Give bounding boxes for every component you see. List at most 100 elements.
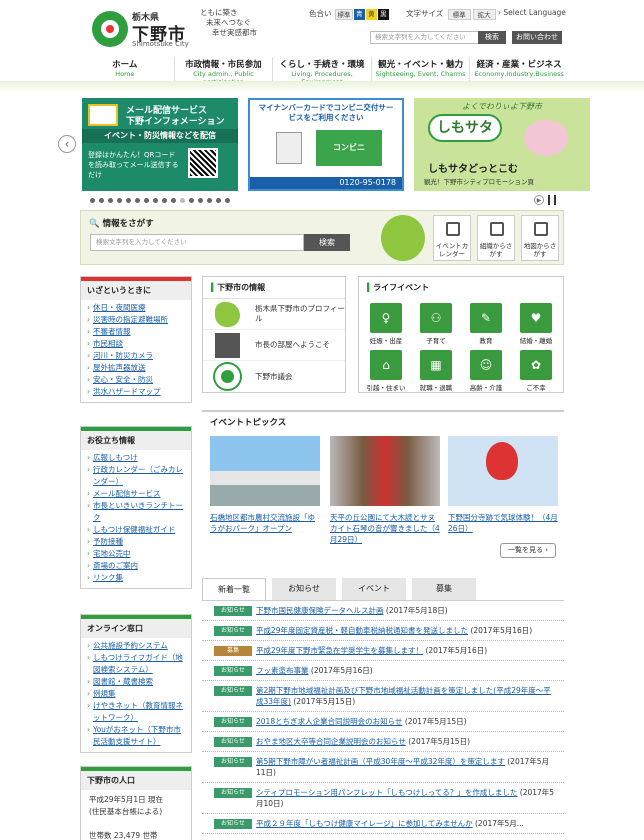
- info-search-button[interactable]: 検索: [304, 234, 350, 251]
- carousel-dot[interactable]: [144, 198, 149, 203]
- carousel-dot[interactable]: [207, 198, 212, 203]
- city-profile-link[interactable]: 栃木県下野市のプロフィール: [203, 299, 345, 330]
- carousel-dot[interactable]: [171, 198, 176, 203]
- carousel-dot[interactable]: [189, 198, 194, 203]
- event-caption[interactable]: 下野国分寺跡で気球体験！（4月26日）: [448, 512, 558, 534]
- banner-mail-service[interactable]: メール配信サービス 下野インフォメーション イベント・防災情報などを配信 登録は…: [82, 98, 238, 191]
- emergency-link[interactable]: 河川・防災カメラ: [87, 350, 185, 362]
- carousel-dot[interactable]: [162, 198, 167, 203]
- emergency-link[interactable]: 不審者情報: [87, 326, 185, 338]
- banner-title: よくでわりぃよ下野市: [462, 102, 542, 111]
- news-link[interactable]: 平成29年度下野市緊急在学奨学生を募集します！: [256, 646, 423, 655]
- header-search-button[interactable]: 検索: [478, 31, 506, 44]
- emergency-link[interactable]: 屋外拡声器放送: [87, 362, 185, 374]
- contact-button[interactable]: お問い合わせ: [512, 31, 562, 44]
- life-event-education[interactable]: ✎ 教育: [463, 303, 509, 346]
- online-service-link[interactable]: けやきネット（教育情報ネットワーク）: [87, 700, 185, 724]
- life-event-moving[interactable]: ⌂ 引越・住まい: [363, 350, 409, 393]
- online-service-link[interactable]: しもつけライフガイド（地図検索システム）: [87, 652, 185, 676]
- event-calendar-button[interactable]: イベントカレンダー: [433, 215, 471, 261]
- font-standard-button[interactable]: 標準: [447, 8, 471, 20]
- useful-info-link[interactable]: リンク集: [87, 572, 185, 584]
- event-card[interactable]: 石橋地区都市農村交流施設「ゆうがおパーク」オープン: [210, 436, 320, 534]
- news-link[interactable]: おやま地区大卒等合同企業説明会のお知らせ: [256, 737, 406, 746]
- candle-icon: ✿: [520, 350, 552, 380]
- carousel-pause-button[interactable]: [548, 195, 556, 205]
- carousel-dot[interactable]: [216, 198, 221, 203]
- color-yellow-button[interactable]: 黄: [365, 8, 377, 20]
- useful-info-link[interactable]: 行政カレンダー（ごみカレンダー）: [87, 464, 185, 488]
- event-more-button[interactable]: 一覧を見る ›: [500, 543, 556, 558]
- useful-info-link[interactable]: しもつけ保健福祉ガイド: [87, 524, 185, 536]
- nav-sightseeing[interactable]: 観光・イベント・魅力 Sightseeing, Event, Charms: [372, 57, 471, 81]
- online-service-link[interactable]: 公共施設予約システム: [87, 640, 185, 652]
- carousel-dot[interactable]: [153, 198, 158, 203]
- useful-info-link[interactable]: 広報しもつけ: [87, 452, 185, 464]
- life-event-childcare[interactable]: ⚇ 子育て: [413, 303, 459, 346]
- info-search-title-text: 情報をさがす: [102, 219, 154, 229]
- carousel-dot[interactable]: [99, 198, 104, 203]
- carousel-prev-button[interactable]: ‹: [58, 135, 76, 153]
- news-link[interactable]: 2018とちぎ求人企業合同説明会のお知らせ: [256, 717, 402, 726]
- useful-info-link[interactable]: 宅地公売中: [87, 548, 185, 560]
- news-link[interactable]: シティプロモーション用パンフレット「しもつけしってる？」を作成しました: [256, 788, 517, 797]
- emergency-link[interactable]: 市民相談: [87, 338, 185, 350]
- news-link[interactable]: フッ素塗布事業: [256, 666, 309, 675]
- life-event-bereavement[interactable]: ✿ ご不幸: [513, 350, 559, 393]
- emergency-link[interactable]: 洪水ハザードマップ: [87, 386, 185, 398]
- useful-info-link[interactable]: 予防接種: [87, 536, 185, 548]
- carousel-dot[interactable]: [90, 198, 95, 203]
- tab-events[interactable]: イベント: [342, 578, 406, 600]
- useful-info-link[interactable]: 斎場のご案内: [87, 560, 185, 572]
- event-card[interactable]: 下野国分寺跡で気球体験！（4月26日）: [448, 436, 558, 534]
- color-blue-button[interactable]: 青: [353, 8, 365, 20]
- life-event-elderly[interactable]: ☺ 高齢・介護: [463, 350, 509, 393]
- life-event-employment[interactable]: ▦ 就職・退職: [413, 350, 459, 393]
- useful-info-link[interactable]: メール配信サービス: [87, 488, 185, 500]
- news-link[interactable]: 下野市国民健康保険データヘルス計画: [256, 606, 384, 615]
- mayor-room-link[interactable]: 市長の部屋へようこそ: [203, 330, 345, 361]
- carousel-play-button[interactable]: ▶: [534, 195, 544, 205]
- emergency-link[interactable]: 休日・夜間医療: [87, 302, 185, 314]
- banner-shimosata[interactable]: よくでわりぃよ下野市 しもサタ しもサタどっとこむ 観光！下野市シティプロモーシ…: [414, 98, 590, 191]
- online-service-link[interactable]: Youがおネット（下野市市民活動支援サイト）: [87, 724, 185, 748]
- banner-mynumber[interactable]: マイナンバーカードでコンビニ交付サービスをご利用ください コンビニ 0120-9…: [248, 98, 404, 191]
- life-event-pregnancy[interactable]: ♀ 妊娠・出産: [363, 303, 409, 346]
- carousel-dot[interactable]: [225, 198, 230, 203]
- event-caption[interactable]: 天平の丘公園にて大木読とサヌカイト石琴の音が響きました（4月29日）: [330, 512, 440, 545]
- color-standard-button[interactable]: 標準: [334, 8, 353, 20]
- city-council-link[interactable]: 下野市議会: [203, 361, 345, 392]
- emergency-link[interactable]: 災害時の指定避難場所: [87, 314, 185, 326]
- carousel-dot[interactable]: [117, 198, 122, 203]
- info-search-input[interactable]: 検索文字列を入力してください: [90, 234, 304, 251]
- carousel-dot[interactable]: [126, 198, 131, 203]
- tab-recruitment[interactable]: 募集: [412, 578, 476, 600]
- nav-economy[interactable]: 経済・産業・ビジネス Economy,Industry,Business: [470, 57, 568, 81]
- nav-city-admin[interactable]: 市政情報・市民参加City admin., Public participati…: [175, 57, 274, 86]
- color-black-button[interactable]: 黒: [377, 8, 389, 20]
- carousel-pagination: [90, 198, 230, 203]
- online-service-link[interactable]: 図書館・蔵書検索: [87, 676, 185, 688]
- emergency-link[interactable]: 安心・安全・防災: [87, 374, 185, 386]
- life-event-marriage[interactable]: ♥ 結婚・離婚: [513, 303, 559, 346]
- online-service-link[interactable]: 例規集: [87, 688, 185, 700]
- carousel-dot[interactable]: [198, 198, 203, 203]
- news-link[interactable]: 第5期下野市障がい者福祉計画（平成30年度～平成32年度）を策定します: [256, 757, 505, 766]
- news-link[interactable]: 平成２９年度「しもつけ健康マイレージ」に参加してみませんか: [256, 819, 473, 828]
- map-search-button[interactable]: 地図からさがす: [521, 215, 559, 261]
- org-search-button[interactable]: 組織からさがす: [477, 215, 515, 261]
- event-caption[interactable]: 石橋地区都市農村交流施設「ゆうがおパーク」オープン: [210, 512, 320, 534]
- news-link[interactable]: 平成29年度固定資産税・軽自動車税納税通知書を発送しました: [256, 626, 468, 635]
- carousel-dot-active[interactable]: [180, 198, 185, 203]
- font-large-button[interactable]: 拡大: [472, 8, 496, 20]
- carousel-dot[interactable]: [108, 198, 113, 203]
- language-select[interactable]: › Select Language: [498, 8, 566, 17]
- useful-info-link[interactable]: 市長といきいきランチトーク: [87, 500, 185, 524]
- tab-notices[interactable]: お知らせ: [272, 578, 336, 600]
- tab-all-news[interactable]: 新着一覧: [202, 578, 266, 600]
- nav-living[interactable]: くらし・手続き・環境Living, Procedures, Environmen…: [273, 57, 372, 86]
- event-card[interactable]: 天平の丘公園にて大木読とサヌカイト石琴の音が響きました（4月29日）: [330, 436, 440, 545]
- nav-home[interactable]: ホーム Home: [76, 57, 175, 81]
- carousel-dot[interactable]: [135, 198, 140, 203]
- header-search-input[interactable]: 検索文字列を入力してください: [370, 31, 482, 44]
